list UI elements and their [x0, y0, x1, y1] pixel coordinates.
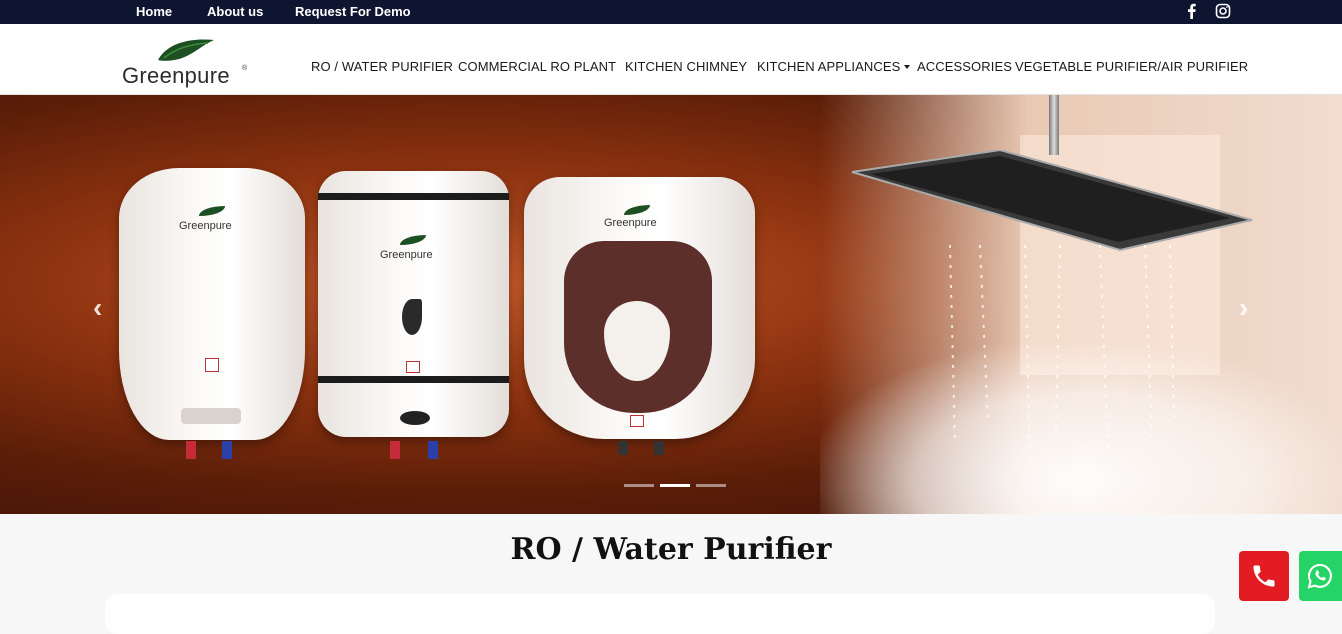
- whatsapp-button[interactable]: [1299, 551, 1342, 601]
- top-link-home[interactable]: Home: [136, 4, 172, 19]
- instagram-icon[interactable]: [1215, 3, 1231, 19]
- brand-name: Greenpure: [122, 63, 230, 88]
- steam-cloud: [820, 345, 1342, 514]
- whatsapp-icon: [1307, 563, 1332, 589]
- carousel-indicator-1[interactable]: [624, 484, 654, 487]
- flame-logo-icon: [402, 299, 422, 335]
- nav-ro-water-purifier[interactable]: RO / WATER PURIFIER: [311, 59, 453, 74]
- carousel-indicator-2[interactable]: [660, 484, 690, 487]
- phone-icon: [1253, 565, 1275, 587]
- carousel-next-arrow-icon[interactable]: ›: [1239, 292, 1248, 324]
- cold-tap-icon: [222, 441, 232, 459]
- heater-3-logo-badge: [604, 301, 670, 381]
- heater-2-indicator: [400, 411, 430, 425]
- main-navbar: Greenpure ® RO / WATER PURIFIER COMMERCI…: [0, 24, 1342, 95]
- facebook-icon[interactable]: [1184, 3, 1200, 19]
- call-button[interactable]: [1239, 551, 1289, 601]
- heater-1-brand: Greenpure: [179, 220, 232, 232]
- heater-2-brand: Greenpure: [380, 249, 433, 261]
- isi-mark-icon: [406, 361, 420, 373]
- top-link-about[interactable]: About us: [207, 4, 263, 19]
- nav-commercial-ro-plant[interactable]: COMMERCIAL RO PLANT: [458, 59, 616, 74]
- isi-mark-icon: [630, 415, 644, 427]
- nav-kitchen-appliances[interactable]: KITCHEN APPLIANCES: [757, 59, 911, 74]
- shower-pipe: [1049, 95, 1059, 155]
- shower-head-icon: [851, 150, 1253, 252]
- heater-1-controls: [181, 408, 241, 424]
- heater-2-top-band: [318, 193, 509, 200]
- hot-tap-icon: [390, 441, 400, 459]
- hero-carousel: Greenpure Greenpure Greenpure ‹ ›: [0, 95, 1342, 514]
- product-card: [105, 594, 1215, 634]
- water-heater-product-1: Greenpure: [119, 168, 305, 440]
- nav-accessories[interactable]: ACCESSORIES: [917, 59, 1012, 74]
- leaf-icon: [624, 205, 650, 215]
- registered-mark: ®: [242, 65, 248, 72]
- dropdown-caret-icon: [904, 65, 911, 69]
- water-heater-product-2: Greenpure: [318, 171, 509, 437]
- hot-tap-icon: [186, 441, 196, 459]
- tap-icon: [654, 441, 664, 455]
- top-bar: Home About us Request For Demo: [0, 0, 1342, 24]
- tap-icon: [618, 441, 628, 455]
- cold-tap-icon: [428, 441, 438, 459]
- leaf-icon: [400, 235, 426, 245]
- heater-3-brand: Greenpure: [604, 217, 657, 229]
- carousel-indicator-3[interactable]: [696, 484, 726, 487]
- isi-mark-icon: [205, 358, 219, 372]
- greenpure-logo[interactable]: Greenpure ®: [120, 36, 255, 92]
- carousel-indicators: [624, 484, 728, 488]
- section-title: RO / Water Purifier: [510, 532, 832, 567]
- water-heater-product-3: Greenpure: [524, 177, 755, 439]
- heater-2-bottom-band: [318, 376, 509, 383]
- carousel-prev-arrow-icon[interactable]: ‹: [93, 292, 102, 324]
- leaf-icon: [199, 206, 225, 216]
- top-link-request-demo[interactable]: Request For Demo: [295, 4, 411, 19]
- nav-kitchen-appliances-label: KITCHEN APPLIANCES: [757, 59, 901, 74]
- nav-kitchen-chimney[interactable]: KITCHEN CHIMNEY: [625, 59, 747, 74]
- heater-3-front-panel: [564, 241, 712, 413]
- nav-vegetable-air-purifier[interactable]: VEGETABLE PURIFIER/AIR PURIFIER: [1015, 59, 1248, 74]
- leaf-logo-icon: [158, 39, 214, 61]
